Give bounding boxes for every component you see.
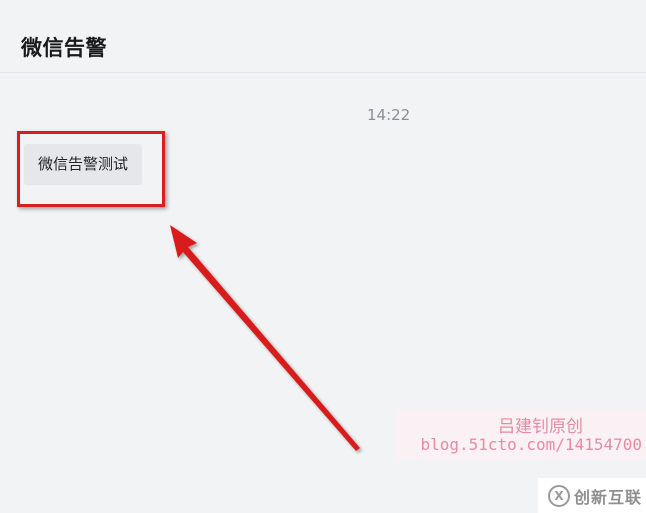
- watermark-author: 吕建钊原创: [498, 417, 583, 437]
- watermark: 吕建钊原创 blog.51cto.com/14154700: [395, 410, 646, 460]
- corner-logo: X 创新互联: [538, 478, 646, 513]
- brand-logo-text: 创新互联: [574, 487, 643, 507]
- brand-logo-icon: X: [548, 484, 570, 507]
- watermark-url: blog.51cto.com/14154700: [420, 435, 642, 454]
